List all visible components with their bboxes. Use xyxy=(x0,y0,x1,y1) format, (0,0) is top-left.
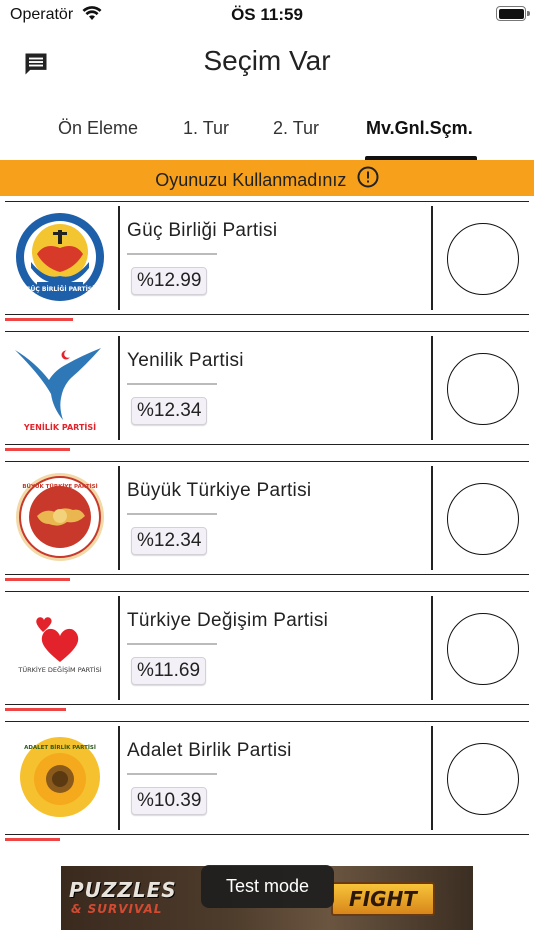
party-name: Türkiye Değişim Partisi xyxy=(127,610,329,631)
divider xyxy=(127,383,217,385)
divider xyxy=(127,513,217,515)
divider xyxy=(127,773,217,775)
logo-text: YENİLİK PARTİSİ xyxy=(23,422,96,432)
party-percent: %10.39 xyxy=(131,787,208,815)
party-name: Güç Birliği Partisi xyxy=(127,220,278,241)
share-bar xyxy=(5,708,66,711)
tab-on-eleme[interactable]: Ön Eleme xyxy=(58,118,138,139)
list-item: BÜYÜK TÜRKİYE PARTİSİ Büyük Türkiye Part… xyxy=(5,461,529,575)
warning-banner: Oyunuzu Kullanmadınız xyxy=(0,160,534,196)
divider xyxy=(431,726,433,830)
tab-bar: Ön Eleme 1. Tur 2. Tur Mv.Gnl.Sçm. xyxy=(0,96,534,160)
party-percent: %11.69 xyxy=(131,657,207,685)
tab-1-tur[interactable]: 1. Tur xyxy=(183,118,229,139)
divider xyxy=(127,643,217,645)
party-logo: BÜYÜK TÜRKİYE PARTİSİ xyxy=(15,472,105,562)
tab-mv-gnl-scm[interactable]: Mv.Gnl.Sçm. xyxy=(366,118,473,139)
list-item: YENİLİK PARTİSİ Yenilik Partisi %12.34 xyxy=(5,331,529,445)
page-title: Seçim Var xyxy=(203,45,331,76)
status-time: ÖS 11:59 xyxy=(231,5,303,24)
divider xyxy=(118,726,120,830)
share-bar xyxy=(5,578,70,581)
tab-2-tur[interactable]: 2. Tur xyxy=(273,118,319,139)
vote-radio-button[interactable] xyxy=(447,223,519,295)
divider xyxy=(118,336,120,440)
divider xyxy=(431,466,433,570)
info-icon xyxy=(357,166,379,193)
list-item: TÜRKİYE DEĞİŞİM PARTİSİ Türkiye Değişim … xyxy=(5,591,529,705)
divider xyxy=(431,336,433,440)
divider xyxy=(118,206,120,310)
party-percent: %12.99 xyxy=(131,267,208,295)
party-percent: %12.34 xyxy=(131,527,208,555)
divider xyxy=(127,253,217,255)
share-bar xyxy=(5,318,73,321)
test-mode-toast: Test mode xyxy=(201,865,334,908)
vote-radio-button[interactable] xyxy=(447,743,519,815)
list-item: GÜÇ BİRLİĞİ PARTİSİ Güç Birliği Partisi … xyxy=(5,201,529,315)
share-bar xyxy=(5,448,70,451)
party-logo: TÜRKİYE DEĞİŞİM PARTİSİ xyxy=(15,602,105,692)
app-header: Seçim Var xyxy=(0,30,534,96)
logo-text: BÜYÜK TÜRKİYE PARTİSİ xyxy=(22,483,97,490)
vote-radio-button[interactable] xyxy=(447,483,519,555)
banner-text: Oyunuzu Kullanmadınız xyxy=(155,170,347,190)
share-bar xyxy=(5,838,60,841)
ad-title: PUZZLES xyxy=(69,878,177,902)
divider xyxy=(118,596,120,700)
logo-text: GÜÇ BİRLİĞİ PARTİSİ xyxy=(26,286,95,293)
logo-text: TÜRKİYE DEĞİŞİM PARTİSİ xyxy=(17,665,101,674)
divider xyxy=(431,206,433,310)
logo-text: ADALET BİRLİK PARTİSİ xyxy=(24,744,96,751)
party-logo: GÜÇ BİRLİĞİ PARTİSİ xyxy=(15,212,105,302)
status-bar: Operatör ÖS 11:59 xyxy=(0,0,534,30)
party-name: Büyük Türkiye Partisi xyxy=(127,480,312,501)
party-logo: ADALET BİRLİK PARTİSİ xyxy=(15,732,105,822)
divider xyxy=(118,466,120,570)
list-item: ADALET BİRLİK PARTİSİ Adalet Birlik Part… xyxy=(5,721,529,835)
party-logo: YENİLİK PARTİSİ xyxy=(15,342,105,432)
party-name: Yenilik Partisi xyxy=(127,350,244,371)
ad-fight-button[interactable]: FIGHT xyxy=(331,882,435,916)
vote-radio-button[interactable] xyxy=(447,613,519,685)
party-percent: %12.34 xyxy=(131,397,208,425)
vote-radio-button[interactable] xyxy=(447,353,519,425)
party-name: Adalet Birlik Partisi xyxy=(127,740,292,761)
divider xyxy=(431,596,433,700)
ad-subtitle: & SURVIVAL xyxy=(71,902,163,916)
battery-icon xyxy=(496,6,530,21)
